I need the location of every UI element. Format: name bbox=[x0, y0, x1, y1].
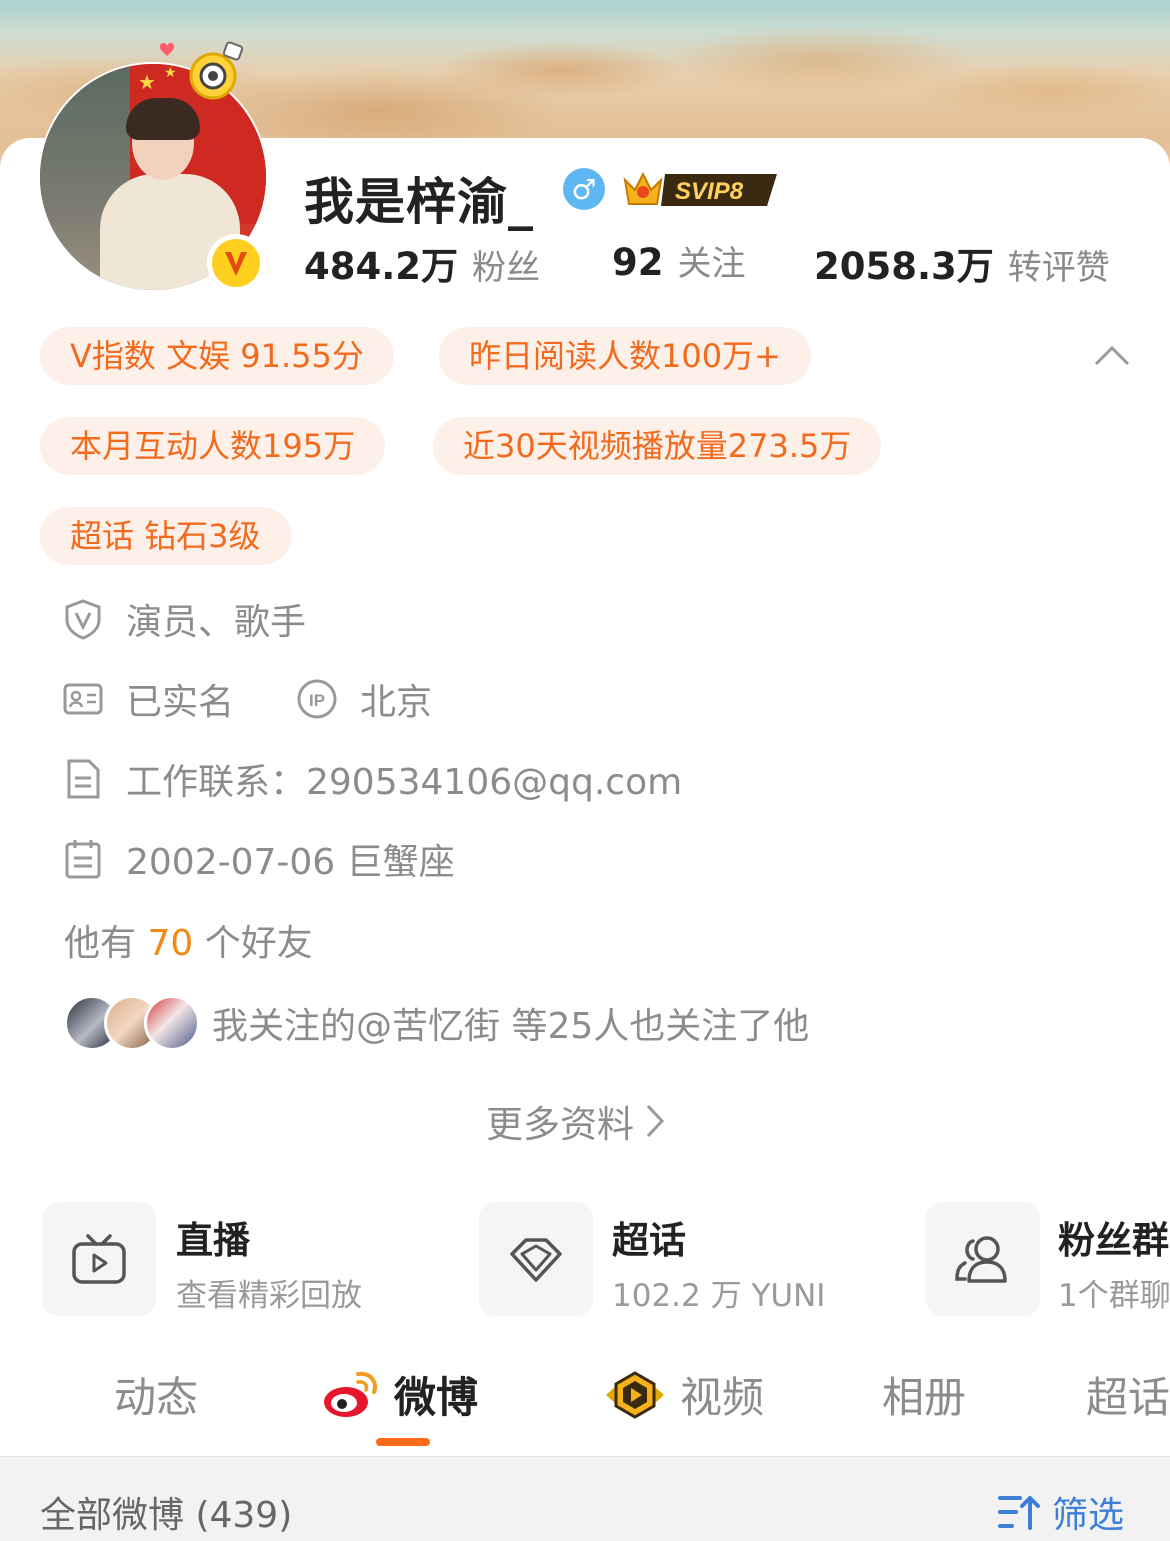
birthday-text: 2002-07-06 巨蟹座 bbox=[126, 842, 455, 883]
ip-icon-label: IP bbox=[309, 691, 325, 710]
svip-badge-label: SVIP8 bbox=[675, 178, 744, 205]
tab-label: 超话 bbox=[1086, 1373, 1170, 1422]
chip-yesterday-readers[interactable]: 昨日阅读人数100万+ bbox=[439, 327, 811, 385]
filter-label: 筛选 bbox=[1052, 1495, 1125, 1536]
tab-activity[interactable]: 动态 bbox=[114, 1364, 198, 1425]
svip-badge-icon[interactable]: SVIP8 bbox=[621, 166, 781, 212]
contact-row: 工作联系：290534106@qq.com bbox=[62, 754, 682, 804]
id-card-icon bbox=[63, 683, 103, 715]
tab-album[interactable]: 相册 bbox=[882, 1364, 966, 1425]
friends-count: 70 bbox=[147, 923, 194, 964]
followers-stat[interactable]: 484.2万 粉丝 bbox=[304, 236, 540, 290]
tab-label: 视频 bbox=[680, 1373, 765, 1422]
mutual-avatar bbox=[144, 995, 200, 1051]
live-feature-title[interactable]: 直播 bbox=[176, 1210, 250, 1264]
friends-count-row[interactable]: 他有 70 个好友 bbox=[64, 914, 313, 966]
ip-location-text: 北京 bbox=[360, 682, 433, 723]
tab-label: 相册 bbox=[882, 1373, 967, 1422]
collapse-chevron-up-icon[interactable] bbox=[1092, 340, 1132, 370]
mutual-followers-row[interactable]: 我关注的@苦忆街 等25人也关注了他 bbox=[64, 993, 809, 1053]
filter-icon bbox=[998, 1496, 1040, 1530]
chip-supertopic-level[interactable]: 超话 钻石3级 bbox=[40, 507, 291, 565]
realname-ip-row: 已实名 IP 北京 bbox=[62, 674, 432, 724]
following-label: 关注 bbox=[677, 244, 746, 284]
following-count: 92 bbox=[612, 241, 664, 284]
fangroup-feature-icon-box[interactable] bbox=[926, 1202, 1040, 1316]
mutual-followers-text: 我关注的@苦忆街 等25人也关注了他 bbox=[212, 1006, 810, 1047]
likes-stat[interactable]: 2058.3万 转评赞 bbox=[814, 236, 1110, 290]
filter-button[interactable]: 筛选 bbox=[998, 1486, 1124, 1538]
following-stat[interactable]: 92 关注 bbox=[612, 236, 746, 285]
group-icon bbox=[955, 1236, 1007, 1283]
chip-video-plays[interactable]: 近30天视频播放量273.5万 bbox=[433, 417, 882, 475]
tab-video[interactable]: 视频 bbox=[604, 1364, 764, 1425]
chevron-right-icon bbox=[646, 1104, 665, 1138]
likes-label: 转评赞 bbox=[1007, 248, 1110, 288]
chip-monthly-interactions[interactable]: 本月互动人数195万 bbox=[40, 417, 386, 475]
live-feature-icon-box[interactable] bbox=[42, 1202, 156, 1316]
calendar-icon bbox=[65, 840, 101, 879]
supertopic-feature-subtitle: 102.2 万 YUNI bbox=[612, 1278, 826, 1314]
gender-male-icon: ♂ bbox=[563, 168, 605, 210]
friends-prefix: 他有 bbox=[64, 923, 137, 964]
avatar-pendant-icon bbox=[159, 41, 244, 100]
likes-count: 2058.3万 bbox=[814, 245, 994, 288]
all-weibo-count[interactable]: 全部微博 (439) bbox=[40, 1486, 292, 1538]
more-info-label: 更多资料 bbox=[486, 1103, 634, 1146]
weibo-logo-icon bbox=[324, 1371, 377, 1417]
ip-location-icon: IP bbox=[297, 679, 337, 719]
fangroup-feature-title[interactable]: 粉丝群 bbox=[1058, 1210, 1169, 1264]
friends-suffix: 个好友 bbox=[204, 923, 313, 964]
tab-weibo[interactable]: 微博 bbox=[322, 1364, 478, 1425]
chip-v-index[interactable]: V指数 文娱 91.55分 bbox=[40, 327, 394, 385]
followers-count: 484.2万 bbox=[304, 245, 459, 288]
diamond-icon bbox=[510, 1238, 562, 1282]
supertopic-feature-icon-box[interactable] bbox=[479, 1202, 593, 1316]
tab-label: 微博 bbox=[394, 1373, 479, 1422]
video-play-icon bbox=[606, 1370, 664, 1419]
contact-text[interactable]: 工作联系：290534106@qq.com bbox=[126, 753, 682, 805]
active-tab-indicator bbox=[376, 1438, 430, 1446]
shield-v-icon bbox=[65, 599, 101, 640]
profile-name: 我是梓渝_ bbox=[304, 173, 534, 231]
supertopic-feature-title[interactable]: 超话 bbox=[612, 1210, 686, 1264]
tab-label: 动态 bbox=[114, 1373, 199, 1422]
birthday-row: 2002-07-06 巨蟹座 bbox=[62, 834, 455, 884]
verification-text: 演员、歌手 bbox=[126, 602, 307, 643]
more-info-link[interactable]: 更多资料 bbox=[486, 1094, 666, 1148]
tv-icon bbox=[72, 1234, 126, 1284]
verification-row: 演员、歌手 bbox=[62, 594, 306, 644]
realname-text: 已实名 bbox=[126, 682, 235, 723]
followers-label: 粉丝 bbox=[472, 248, 541, 288]
document-icon bbox=[67, 759, 100, 799]
live-feature-subtitle: 查看精彩回放 bbox=[176, 1278, 362, 1314]
tab-supertopic[interactable]: 超话 bbox=[1086, 1364, 1170, 1425]
fangroup-feature-subtitle: 1个群聊 bbox=[1058, 1278, 1170, 1314]
verified-badge-icon bbox=[207, 234, 265, 292]
